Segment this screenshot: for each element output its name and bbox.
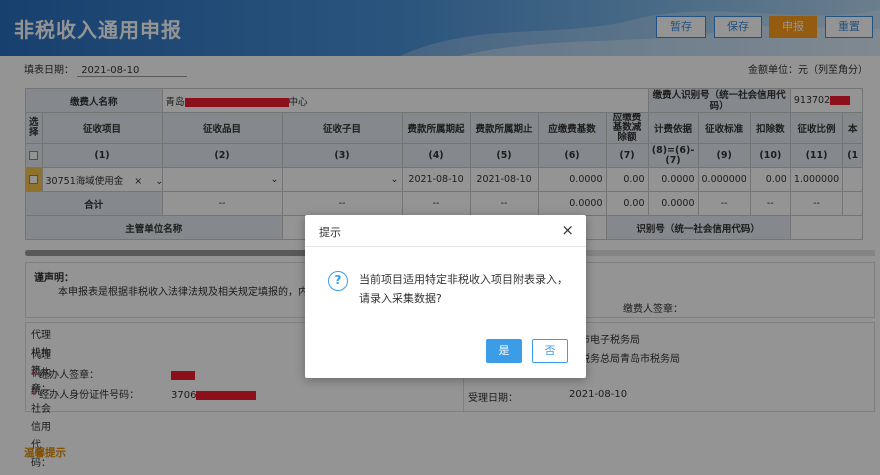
prompt-dialog: 提示 × ? 当前项目适用特定非税收入项目附表录入，请录入采集数据? 是 否 [305, 215, 586, 378]
no-button[interactable]: 否 [532, 339, 568, 363]
dialog-title: 提示 [319, 226, 341, 239]
yes-button[interactable]: 是 [486, 339, 522, 363]
dialog-message: 当前项目适用特定非税收入项目附表录入，请录入采集数据? [359, 273, 568, 305]
close-icon[interactable]: × [561, 221, 574, 239]
question-icon: ? [328, 271, 348, 291]
dialog-header: 提示 × [305, 215, 586, 247]
